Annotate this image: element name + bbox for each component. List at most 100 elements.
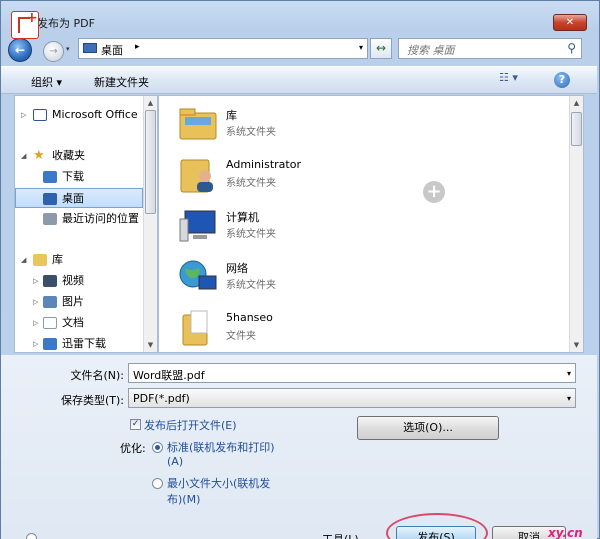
file-item-5hanseo[interactable]: 5hanseo 文件夹 — [173, 303, 553, 352]
app-icon — [11, 10, 39, 39]
sidebar-item-pictures[interactable]: ▷ 图片 — [15, 292, 143, 312]
address-bar[interactable]: 桌面 ▸ ▾ — [78, 38, 368, 59]
standard-radio[interactable] — [152, 442, 163, 453]
sidebar-item-label: 桌面 — [62, 192, 84, 205]
office-icon — [33, 109, 47, 121]
sidebar-item-label: 视频 — [62, 274, 84, 287]
library-icon — [33, 254, 47, 266]
search-icon[interactable]: ⚲ — [567, 41, 576, 55]
command-toolbar: 组织 ▾ 新建文件夹 ☷ ▾ ? — [1, 66, 597, 94]
file-item-libraries[interactable]: 库 系统文件夹 — [173, 99, 553, 149]
expand-arrow-icon[interactable]: ▷ — [33, 334, 38, 352]
filename-dropdown-icon[interactable]: ▾ — [567, 369, 571, 378]
file-list: 库 系统文件夹 Administrator 系统文件夹 计算机 系统文件夹 网络… — [158, 95, 584, 353]
back-button[interactable]: ← — [8, 38, 32, 62]
documents-icon — [43, 317, 57, 329]
organize-button[interactable]: 组织 ▾ — [31, 74, 62, 90]
refresh-button[interactable]: ↔ — [370, 38, 392, 59]
sidebar-item-recent-places[interactable]: 最近访问的位置 — [15, 209, 143, 229]
sidebar-item-desktop[interactable]: 桌面 — [15, 188, 143, 208]
breadcrumb-chevron-icon[interactable]: ▸ — [135, 42, 140, 52]
expand-arrow-icon[interactable]: ▷ — [33, 271, 38, 291]
desktop-icon — [83, 43, 97, 53]
file-type: 系统文件夹 — [226, 229, 276, 240]
sidebar-item-label: 图片 — [62, 295, 84, 308]
file-name: 网络 — [226, 262, 248, 275]
save-type-select[interactable]: PDF(*.pdf) ▾ — [128, 388, 576, 408]
view-options-icon[interactable]: ☷ ▾ — [499, 71, 529, 89]
search-input[interactable]: 搜索 桌面 ⚲ — [398, 38, 582, 59]
file-list-scrollbar[interactable]: ▲ ▼ — [569, 96, 583, 352]
sidebar-item-videos[interactable]: ▷ 视频 — [15, 271, 143, 291]
forward-button[interactable]: → — [43, 41, 64, 62]
expand-arrow-icon[interactable]: ▷ — [21, 105, 26, 125]
computer-icon — [179, 210, 216, 242]
sidebar-item-label: Microsoft Office — [52, 108, 138, 121]
scroll-up-icon[interactable]: ▲ — [570, 96, 583, 110]
sidebar-item-libraries[interactable]: ◢ 库 — [15, 250, 143, 270]
file-item-computer[interactable]: 计算机 系统文件夹 — [173, 201, 553, 251]
desktop-icon — [43, 193, 57, 205]
save-type-dropdown-icon[interactable]: ▾ — [567, 394, 571, 403]
expand-arrow-icon[interactable]: ▷ — [33, 313, 38, 333]
sidebar-item-microsoft-office[interactable]: ▷ Microsoft Office — [15, 105, 143, 125]
filename-input[interactable]: Word联盟.pdf ▾ — [128, 363, 576, 383]
file-name: 库 — [226, 109, 237, 122]
hide-folders-toggle[interactable] — [26, 533, 37, 539]
scroll-down-icon[interactable]: ▼ — [570, 338, 583, 352]
recent-pages-dropdown-icon[interactable]: ▾ — [66, 45, 70, 53]
options-button[interactable]: 选项(O)... — [357, 416, 499, 440]
open-after-publish-checkbox[interactable]: ✓ — [130, 419, 141, 430]
standard-option-label[interactable]: 标准(联机发布和打印) — [167, 439, 275, 455]
sidebar-item-xunlei-downloads[interactable]: ▷ 迅雷下载 — [15, 334, 143, 352]
sidebar-item-label: 最近访问的位置 — [62, 212, 139, 225]
scroll-thumb[interactable] — [145, 110, 156, 214]
sidebar-item-favorites[interactable]: ◢ ★ 收藏夹 — [15, 146, 143, 166]
add-icon[interactable]: + — [423, 181, 445, 203]
tools-menu[interactable]: 工具(L) — [322, 531, 359, 539]
new-folder-button[interactable]: 新建文件夹 — [94, 74, 149, 90]
minimum-size-option-label-2[interactable]: 布)(M) — [167, 491, 200, 507]
pictures-icon — [43, 296, 57, 308]
star-icon: ★ — [33, 148, 45, 163]
watermark: xy.cn — [548, 526, 583, 539]
search-placeholder: 搜索 桌面 — [407, 44, 455, 57]
file-item-administrator[interactable]: Administrator 系统文件夹 — [173, 150, 553, 200]
library-folder-icon — [179, 108, 217, 140]
folder-icon — [182, 310, 208, 346]
sidebar-item-label: 文档 — [62, 316, 84, 329]
sidebar-item-label: 下载 — [62, 170, 84, 183]
collapse-arrow-icon[interactable]: ◢ — [21, 146, 26, 166]
file-item-network[interactable]: 网络 系统文件夹 — [173, 252, 553, 302]
address-dropdown-icon[interactable]: ▾ — [359, 43, 363, 52]
filename-label: 文件名(N): — [70, 369, 124, 382]
minimum-size-radio[interactable] — [152, 478, 163, 489]
file-type: 文件夹 — [226, 331, 256, 342]
close-button[interactable]: ✕ — [553, 14, 587, 31]
navigation-pane: ▷ Microsoft Office ◢ ★ 收藏夹 下载 桌面 最近访问的位置… — [14, 95, 158, 353]
minimum-size-option-label[interactable]: 最小文件大小(联机发 — [167, 475, 270, 491]
recent-places-icon — [43, 213, 57, 225]
open-after-publish-label[interactable]: 发布后打开文件(E) — [144, 417, 237, 433]
title-bar: 发布为 PDF ✕ — [1, 1, 599, 31]
standard-option-label-2[interactable]: (A) — [167, 455, 183, 468]
file-type: 系统文件夹 — [226, 280, 276, 291]
sidebar-item-downloads[interactable]: 下载 — [15, 167, 143, 187]
navigation-scrollbar[interactable]: ▲ ▼ — [143, 96, 157, 352]
collapse-arrow-icon[interactable]: ◢ — [21, 250, 26, 270]
network-icon — [179, 260, 217, 290]
sidebar-item-label: 迅雷下载 — [62, 337, 106, 350]
scroll-down-icon[interactable]: ▼ — [144, 338, 157, 352]
file-name: Administrator — [226, 158, 301, 171]
scroll-thumb[interactable] — [571, 112, 582, 146]
help-icon[interactable]: ? — [554, 72, 570, 88]
scroll-up-icon[interactable]: ▲ — [144, 96, 157, 110]
download-folder-icon — [43, 338, 57, 350]
file-type: 系统文件夹 — [226, 127, 276, 138]
window-title: 发布为 PDF — [37, 17, 95, 30]
address-crumb-desktop[interactable]: 桌面 — [101, 42, 123, 58]
file-name: 5hanseo — [226, 311, 273, 324]
expand-arrow-icon[interactable]: ▷ — [33, 292, 38, 312]
sidebar-item-documents[interactable]: ▷ 文档 — [15, 313, 143, 333]
download-folder-icon — [43, 171, 57, 183]
